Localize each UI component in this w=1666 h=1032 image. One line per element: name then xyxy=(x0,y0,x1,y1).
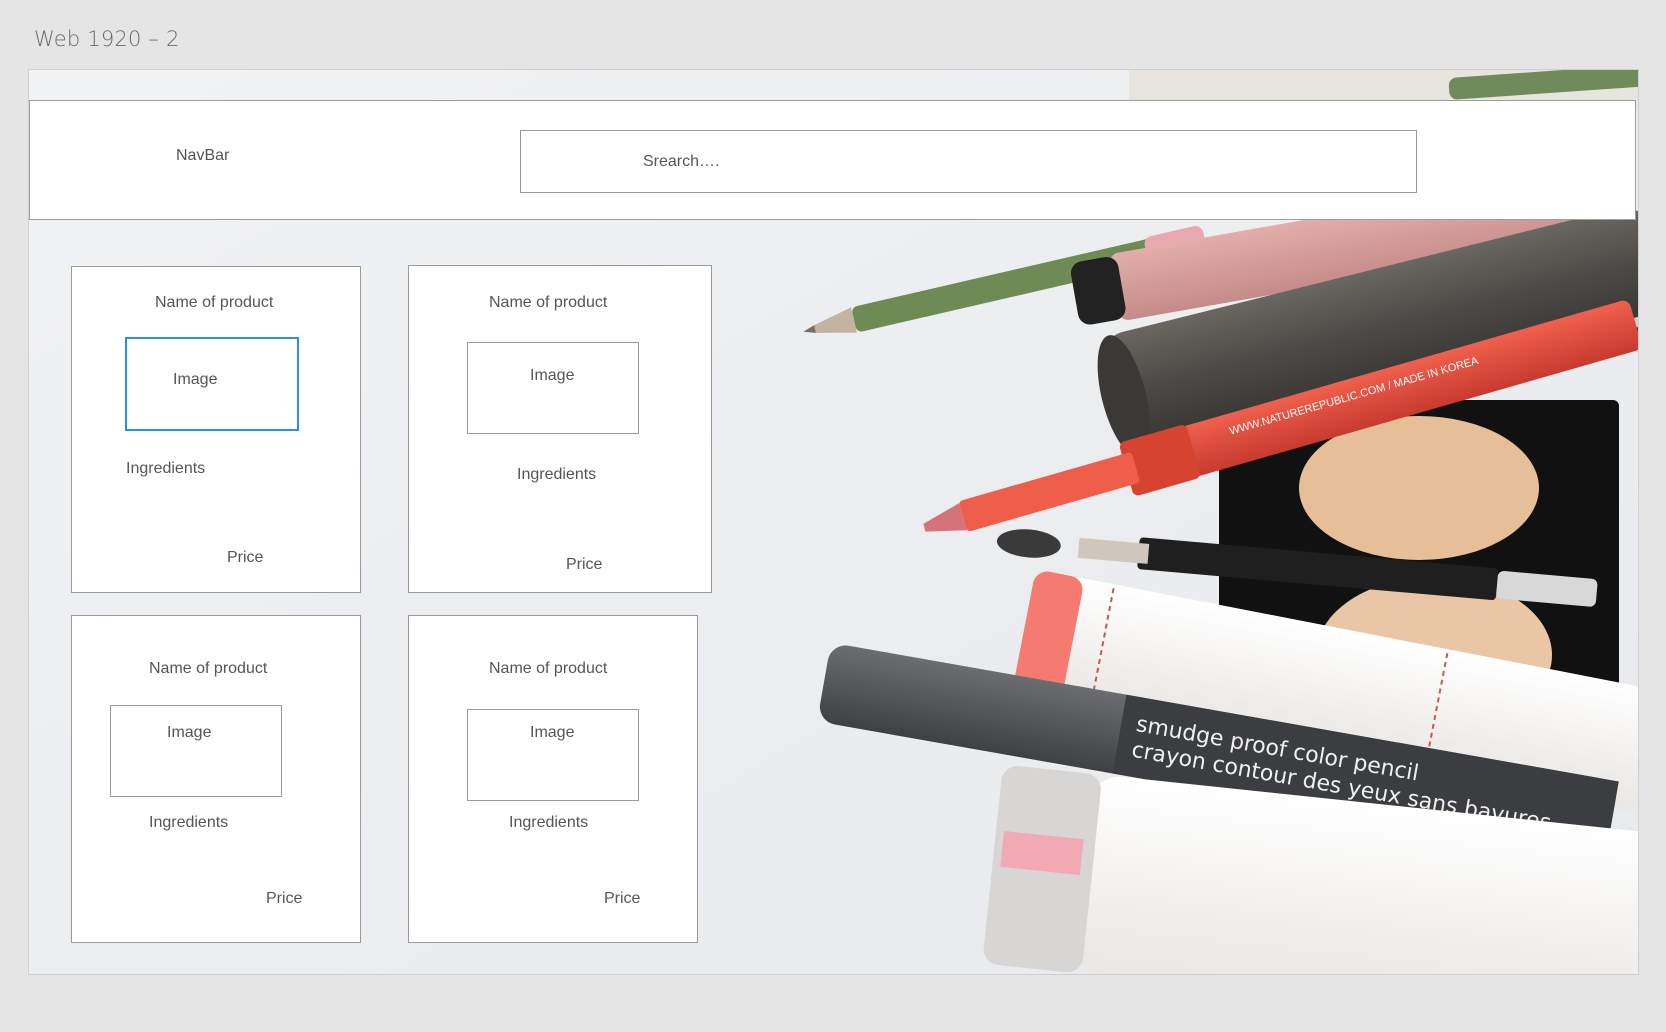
product-ingredients: Ingredients xyxy=(149,814,229,831)
navbar-label: NavBar xyxy=(176,147,230,164)
product-image-placeholder[interactable]: Image xyxy=(125,337,299,431)
artboard-web-1920-2: WWW.NATUREREPUBLIC.COM / MADE IN KOREA s… xyxy=(28,69,1639,975)
product-card-4[interactable]: Name of product Image Ingredients Price xyxy=(408,615,698,943)
product-card-2[interactable]: Name of product Image Ingredients Price xyxy=(408,265,712,593)
product-image-placeholder[interactable]: Image xyxy=(110,705,282,797)
product-price: Price xyxy=(227,549,264,566)
product-price: Price xyxy=(604,890,641,907)
product-card-1[interactable]: Name of product Image Ingredients Price xyxy=(71,266,361,593)
product-price: Price xyxy=(566,556,603,573)
product-image-placeholder[interactable]: Image xyxy=(467,709,639,801)
product-image-label: Image xyxy=(167,724,212,741)
product-name: Name of product xyxy=(149,660,268,677)
search-input[interactable] xyxy=(520,130,1417,193)
navbar: NavBar xyxy=(29,100,1636,220)
product-image-label: Image xyxy=(173,371,218,388)
product-card-3[interactable]: Name of product Image Ingredients Price xyxy=(71,615,361,943)
product-ingredients: Ingredients xyxy=(517,466,597,483)
product-name: Name of product xyxy=(489,294,608,311)
product-ingredients: Ingredients xyxy=(126,460,206,477)
product-price: Price xyxy=(266,890,303,907)
product-ingredients: Ingredients xyxy=(509,814,589,831)
product-image-label: Image xyxy=(530,367,575,384)
product-name: Name of product xyxy=(489,660,608,677)
product-image-placeholder[interactable]: Image xyxy=(467,342,639,434)
product-name: Name of product xyxy=(155,294,274,311)
product-image-label: Image xyxy=(530,724,575,741)
artboard-title: Web 1920 – 2 xyxy=(34,27,180,51)
